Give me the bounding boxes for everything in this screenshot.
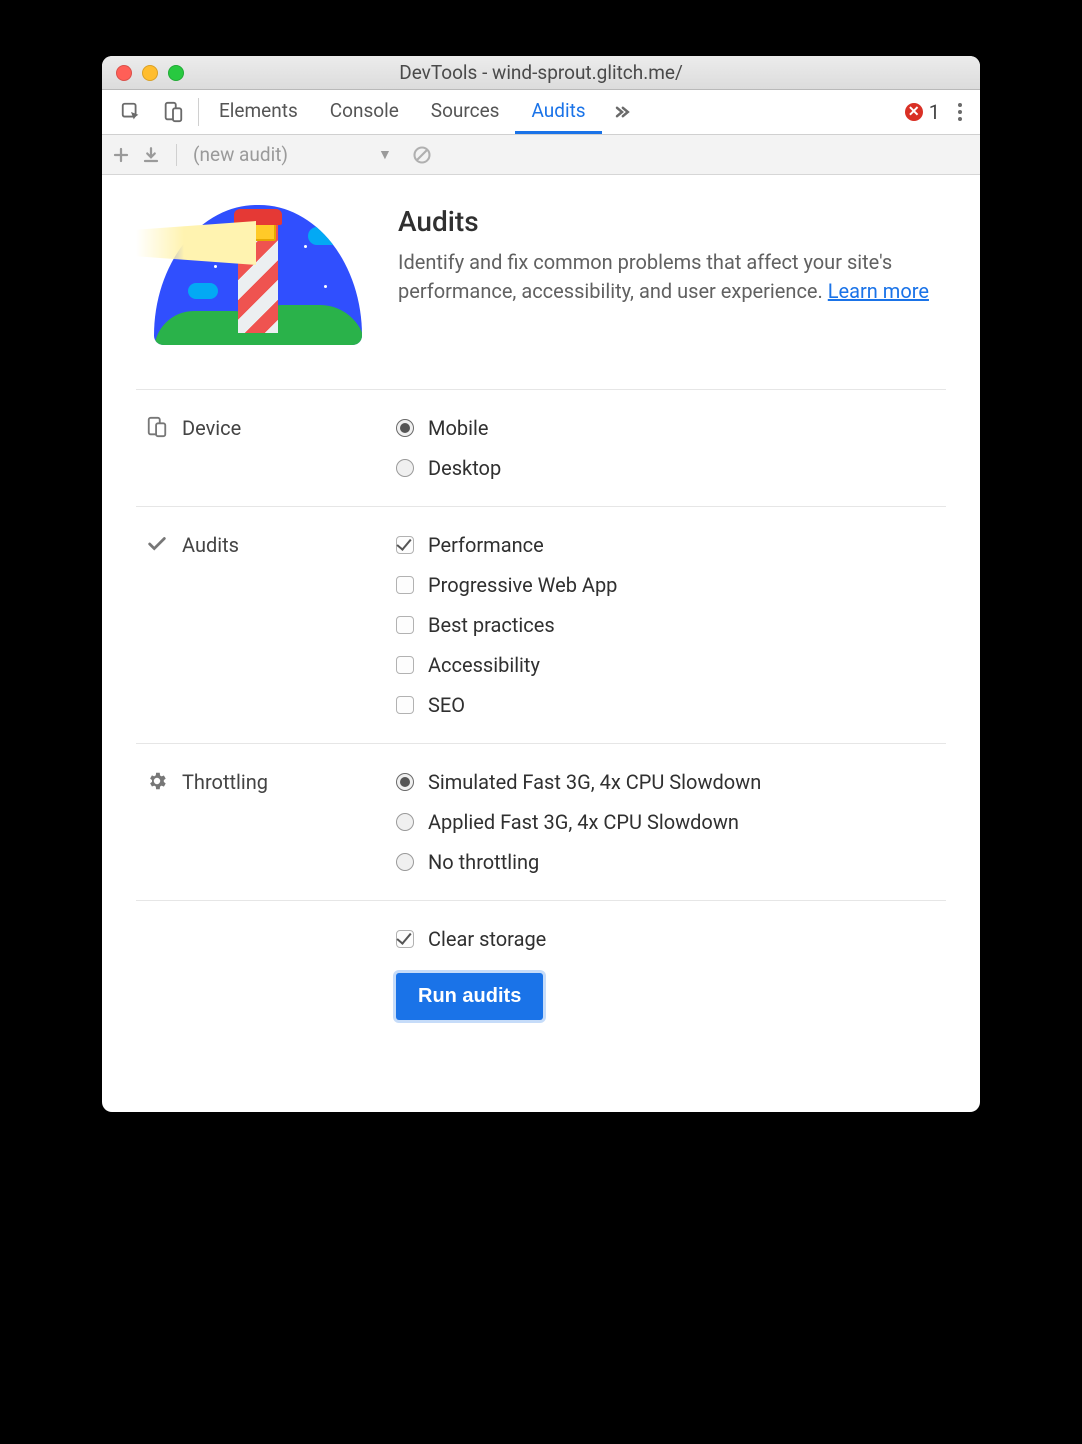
section-label: Throttling <box>182 770 268 794</box>
radio-desktop[interactable] <box>396 459 414 477</box>
section-throttling: Throttling Simulated Fast 3G, 4x CPU Slo… <box>136 743 946 900</box>
error-count-badge[interactable]: ✕ 1 <box>897 90 948 134</box>
option-device-desktop[interactable]: Desktop <box>396 456 946 480</box>
tab-audits[interactable]: Audits <box>515 90 601 134</box>
clear-icon[interactable] <box>412 145 432 165</box>
tab-elements[interactable]: Elements <box>203 90 314 134</box>
section-run: Clear storage Run audits <box>136 900 946 1046</box>
section-label: Audits <box>182 533 239 557</box>
error-count: 1 <box>929 100 940 124</box>
option-throttling-applied[interactable]: Applied Fast 3G, 4x CPU Slowdown <box>396 810 946 834</box>
option-label: Desktop <box>428 456 501 480</box>
checkbox-seo[interactable] <box>396 696 414 714</box>
checkbox-best-practices[interactable] <box>396 616 414 634</box>
radio-none[interactable] <box>396 853 414 871</box>
option-label: No throttling <box>428 850 539 874</box>
option-audit-accessibility[interactable]: Accessibility <box>396 653 946 677</box>
device-toggle-icon[interactable] <box>152 90 194 134</box>
option-device-mobile[interactable]: Mobile <box>396 416 946 440</box>
page-description: Identify and fix common problems that af… <box>398 248 946 306</box>
option-audit-pwa[interactable]: Progressive Web App <box>396 573 946 597</box>
radio-mobile[interactable] <box>396 419 414 437</box>
devtools-window: DevTools - wind-sprout.glitch.me/ Elemen… <box>102 56 980 1112</box>
checkbox-clear-storage[interactable] <box>396 930 414 948</box>
checkbox-pwa[interactable] <box>396 576 414 594</box>
radio-applied[interactable] <box>396 813 414 831</box>
option-label: Accessibility <box>428 653 540 677</box>
download-icon[interactable] <box>142 146 160 164</box>
panel-tabs: Elements Console Sources Audits ✕ 1 <box>102 90 980 135</box>
section-device: Device Mobile Desktop <box>136 389 946 506</box>
settings-menu-icon[interactable] <box>948 90 972 134</box>
audit-selector[interactable]: (new audit) ▼ <box>193 143 392 166</box>
checkbox-performance[interactable] <box>396 536 414 554</box>
page-title: Audits <box>398 205 946 238</box>
tab-console[interactable]: Console <box>314 90 415 134</box>
option-audit-best-practices[interactable]: Best practices <box>396 613 946 637</box>
option-label: Clear storage <box>428 927 546 951</box>
audits-panel: Audits Identify and fix common problems … <box>102 175 980 1086</box>
inspect-element-icon[interactable] <box>110 90 152 134</box>
desc-text: Identify and fix common problems that af… <box>398 250 892 303</box>
hero: Audits Identify and fix common problems … <box>136 205 946 389</box>
option-label: Mobile <box>428 416 488 440</box>
option-audit-performance[interactable]: Performance <box>396 533 946 557</box>
audits-subtoolbar: (new audit) ▼ <box>102 135 980 175</box>
new-audit-icon[interactable] <box>112 146 130 164</box>
option-label: SEO <box>428 693 465 717</box>
section-audits: Audits Performance Progressive Web App B… <box>136 506 946 743</box>
device-icon <box>146 416 168 438</box>
option-label: Best practices <box>428 613 555 637</box>
audit-selector-label: (new audit) <box>193 143 288 166</box>
more-tabs-icon[interactable] <box>602 90 642 134</box>
chevron-down-icon: ▼ <box>378 146 392 163</box>
divider <box>176 144 177 166</box>
gear-icon <box>146 770 168 792</box>
check-icon <box>146 533 168 555</box>
radio-sim[interactable] <box>396 773 414 791</box>
option-label: Performance <box>428 533 544 557</box>
option-label: Simulated Fast 3G, 4x CPU Slowdown <box>428 770 761 794</box>
divider <box>198 98 199 126</box>
section-label: Device <box>182 416 241 440</box>
checkbox-accessibility[interactable] <box>396 656 414 674</box>
option-throttling-none[interactable]: No throttling <box>396 850 946 874</box>
option-clear-storage[interactable]: Clear storage <box>396 927 946 951</box>
window-title: DevTools - wind-sprout.glitch.me/ <box>102 61 980 84</box>
tab-sources[interactable]: Sources <box>415 90 516 134</box>
option-label: Progressive Web App <box>428 573 617 597</box>
error-icon: ✕ <box>905 103 923 121</box>
lighthouse-illustration <box>136 205 362 355</box>
option-throttling-sim[interactable]: Simulated Fast 3G, 4x CPU Slowdown <box>396 770 946 794</box>
learn-more-link[interactable]: Learn more <box>828 279 929 303</box>
option-audit-seo[interactable]: SEO <box>396 693 946 717</box>
titlebar: DevTools - wind-sprout.glitch.me/ <box>102 56 980 90</box>
option-label: Applied Fast 3G, 4x CPU Slowdown <box>428 810 739 834</box>
run-audits-button[interactable]: Run audits <box>396 973 543 1020</box>
